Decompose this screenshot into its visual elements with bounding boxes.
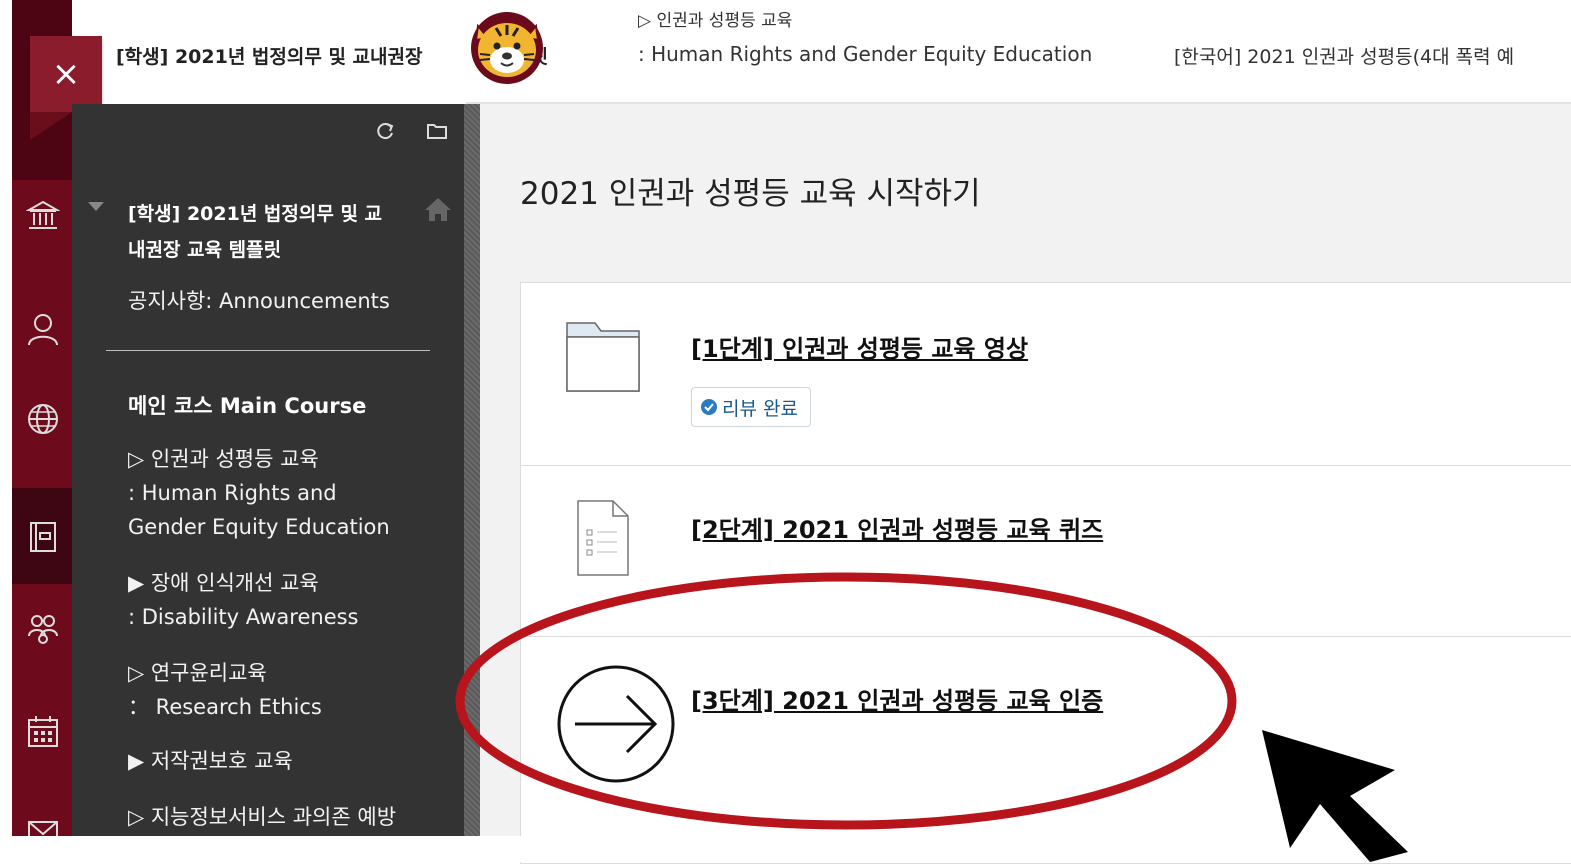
- review-status-badge[interactable]: 리뷰 완료: [691, 387, 811, 427]
- tiger-mascot-logo: [471, 12, 543, 84]
- user-icon[interactable]: [26, 312, 60, 346]
- page-title: 2021 인권과 성평등 교육 시작하기: [520, 176, 981, 212]
- course-menu: [학생] 2021년 법정의무 및 교 내권장 교육 템플릿 공지사항: Ann…: [72, 104, 464, 836]
- content-item-step2: [2단계] 2021 인권과 성평등 교육 퀴즈: [521, 466, 1571, 637]
- review-status-label: 리뷰 완료: [722, 397, 798, 420]
- collapse-caret-icon[interactable]: [88, 202, 104, 211]
- screenshot-margin: [0, 836, 1571, 862]
- content-list: [1단계] 인권과 성평등 교육 영상 리뷰 완료 [2단계] 2021 인권과…: [520, 282, 1571, 864]
- breadcrumb: [학생] 2021년 법정의무 및 교내권장 플릿 ▷ 인권과 성평등 교육 :…: [72, 0, 1571, 102]
- content-area: 2021 인권과 성평등 교육 시작하기 [1단계] 인권과 성평등 교육 영상…: [480, 104, 1571, 864]
- groups-icon[interactable]: [26, 612, 60, 646]
- globe-icon[interactable]: [26, 402, 60, 436]
- menu-item-intelligence-services[interactable]: ▷ 지능정보서비스 과의존 예방: [128, 800, 396, 834]
- breadcrumb-section-line2[interactable]: : Human Rights and Gender Equity Educati…: [638, 42, 1092, 66]
- content-item-step1: [1단계] 인권과 성평등 교육 영상 리뷰 완료: [521, 283, 1571, 466]
- menu-heading-main-course: 메인 코스 Main Course: [128, 394, 367, 418]
- home-icon[interactable]: [424, 196, 452, 222]
- menu-item-copyright[interactable]: ▶ 저작권보호 교육: [128, 744, 293, 778]
- close-icon: ×: [51, 54, 81, 94]
- calendar-icon[interactable]: [26, 714, 60, 748]
- menu-item-disability-awareness[interactable]: ▶ 장애 인식개선 교육 : Disability Awareness: [128, 566, 359, 634]
- close-menu-button[interactable]: ×: [30, 36, 102, 112]
- content-item-step3: [3단계] 2021 인권과 성평등 교육 인증: [521, 637, 1571, 863]
- content-item-title[interactable]: [1단계] 인권과 성평등 교육 영상: [691, 329, 1028, 364]
- content-item-title[interactable]: [2단계] 2021 인권과 성평등 교육 퀴즈: [691, 510, 1103, 545]
- arrow-circle-icon: [557, 665, 675, 783]
- breadcrumb-current-item: [한국어] 2021 인권과 성평등(4대 폭력 예: [1174, 46, 1515, 68]
- folder-icon: [566, 322, 640, 392]
- institution-icon[interactable]: [26, 198, 60, 232]
- content-item-title[interactable]: [3단계] 2021 인권과 성평등 교육 인증: [691, 681, 1103, 716]
- menu-resize-handle[interactable]: [464, 104, 480, 836]
- menu-item-research-ethics[interactable]: ▷ 연구윤리교육 ： Research Ethics: [128, 656, 322, 724]
- breadcrumb-section-line1[interactable]: ▷ 인권과 성평등 교육: [638, 6, 792, 31]
- checkmark-icon: [701, 399, 717, 415]
- refresh-icon[interactable]: [374, 120, 396, 142]
- menu-item-human-rights[interactable]: ▷ 인권과 성평등 교육 : Human Rights and Gender E…: [128, 442, 390, 544]
- menu-item-announcements[interactable]: 공지사항: Announcements: [128, 284, 390, 318]
- test-document-icon: [577, 500, 629, 576]
- close-button-fold: [30, 112, 72, 140]
- course-title[interactable]: [학생] 2021년 법정의무 및 교 내권장 교육 템플릿: [128, 196, 424, 268]
- folder-view-icon[interactable]: [426, 120, 448, 142]
- courses-icon[interactable]: [26, 520, 60, 554]
- menu-divider: [106, 350, 430, 351]
